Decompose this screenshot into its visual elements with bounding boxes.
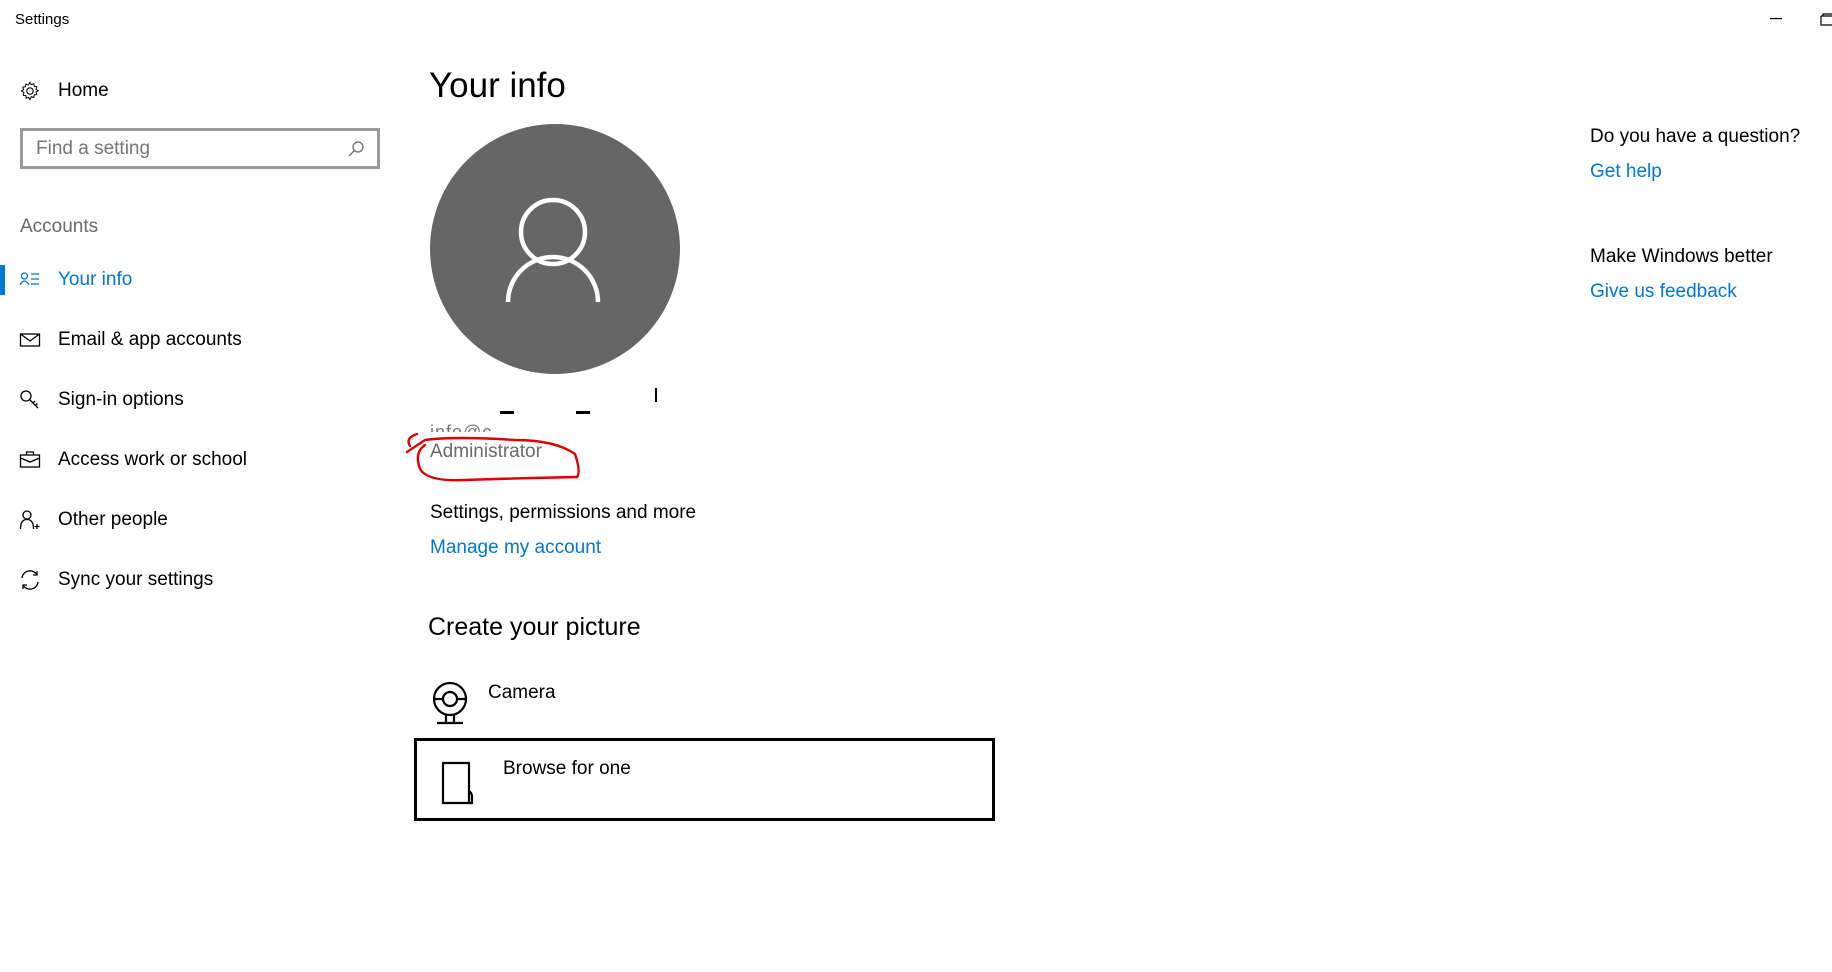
get-help-link[interactable]: Get help [1590, 161, 1662, 183]
briefcase-icon [19, 451, 41, 468]
active-indicator [0, 265, 5, 295]
sidebar-item-your-info[interactable]: Your info [0, 260, 380, 300]
indicator-slot [0, 445, 5, 475]
redacted-name-fragment [500, 411, 514, 414]
nav-home[interactable]: Home [19, 76, 109, 106]
sidebar-item-sync-your-settings[interactable]: Sync your settings [0, 560, 380, 600]
indicator-slot [0, 505, 5, 535]
sync-icon [21, 570, 39, 590]
browse-option[interactable]: Browse for one [414, 738, 995, 821]
sidebar-item-label: Sign-in options [58, 389, 184, 410]
permissions-label: Settings, permissions and more [430, 502, 697, 523]
sidebar-item-label: Sync your settings [58, 569, 214, 590]
maximize-icon [1820, 13, 1832, 26]
account-email-redacted: info@c [430, 422, 493, 432]
improve-label: Make Windows better [1590, 246, 1773, 267]
account-role: Administrator [430, 441, 542, 462]
search-icon[interactable] [347, 140, 365, 158]
indicator-slot [0, 325, 5, 355]
camera-option[interactable]: Camera [430, 680, 1010, 730]
sidebar-item-label: Access work or school [58, 449, 248, 470]
webcam-icon [432, 681, 468, 725]
question-label: Do you have a question? [1590, 126, 1801, 147]
person-icon [505, 197, 601, 303]
sidebar-item-access-work-or-school[interactable]: Access work or school [0, 440, 380, 480]
picture-section-title: Create your picture [428, 613, 641, 641]
window-title: Settings [15, 11, 70, 28]
gear-icon [20, 81, 39, 101]
browse-option-label: Browse for one [503, 758, 631, 779]
avatar [430, 124, 680, 374]
maximize-button[interactable] [1818, 2, 1832, 36]
sidebar-item-label: Other people [58, 509, 168, 530]
key-icon [20, 390, 39, 409]
minimize-button[interactable] [1756, 2, 1796, 36]
give-feedback-link[interactable]: Give us feedback [1590, 281, 1737, 303]
document-icon [441, 761, 474, 805]
nav-home-label: Home [58, 80, 109, 101]
page-title: Your info [429, 66, 566, 105]
indicator-slot [0, 565, 5, 595]
section-label-accounts: Accounts [20, 216, 99, 237]
add-person-icon [19, 510, 40, 530]
minimize-icon [1770, 18, 1782, 20]
manage-account-link[interactable]: Manage my account [430, 537, 601, 559]
sidebar-item-email-app-accounts[interactable]: Email & app accounts [0, 320, 380, 360]
redacted-name-fragment [655, 388, 657, 402]
sidebar-item-other-people[interactable]: Other people [0, 500, 380, 540]
search-input[interactable] [36, 137, 347, 160]
redacted-name-fragment [576, 411, 590, 414]
indicator-slot [0, 385, 5, 415]
mail-icon [19, 333, 41, 347]
camera-option-label: Camera [488, 682, 556, 703]
contact-info-icon [19, 272, 39, 286]
sidebar-item-label: Email & app accounts [58, 329, 242, 350]
sidebar-item-label: Your info [58, 269, 133, 290]
sidebar-item-sign-in-options[interactable]: Sign-in options [0, 380, 380, 420]
search-box[interactable] [20, 128, 380, 169]
